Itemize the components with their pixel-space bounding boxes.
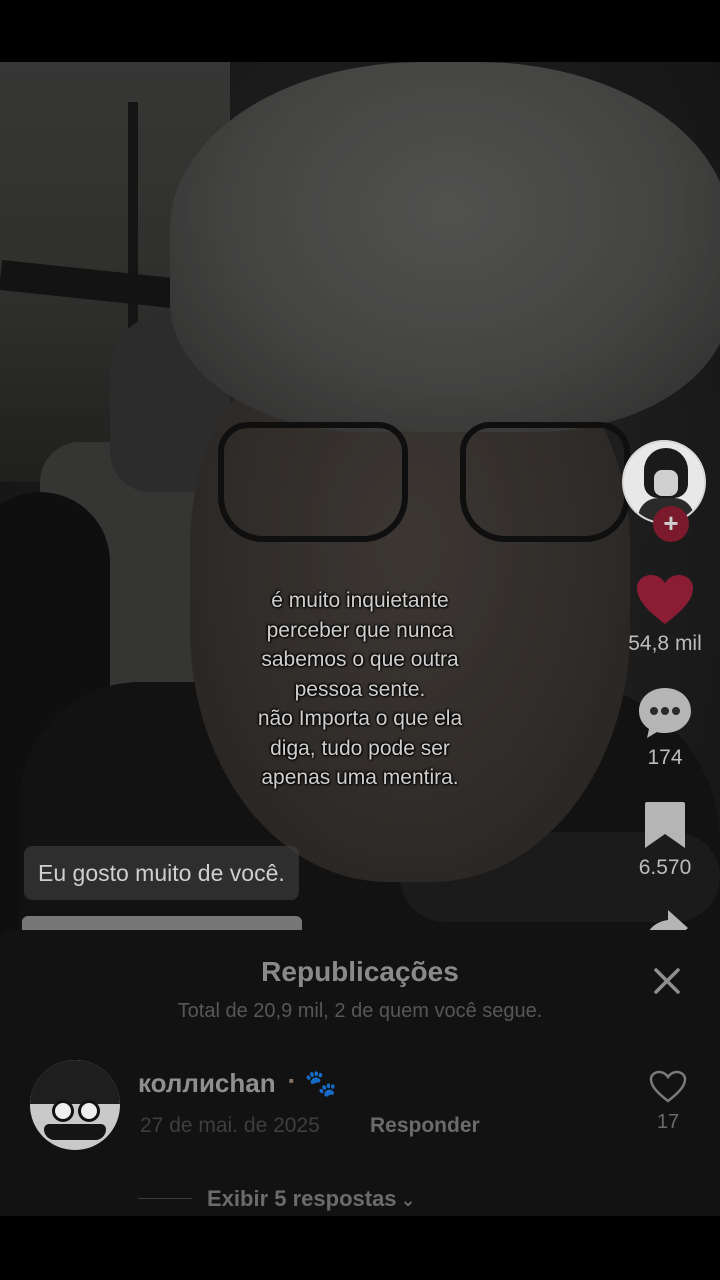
divider xyxy=(138,1198,192,1199)
sheet-subtitle: Total de 20,9 mil, 2 de quem você segue. xyxy=(177,1000,543,1022)
chevron-down-icon: ⌄ xyxy=(400,1190,416,1210)
avatar[interactable] xyxy=(30,1060,120,1150)
view-replies-button[interactable]: Exibir 5 respostas ⌄ xyxy=(207,1186,416,1212)
repost-like-count: 17 xyxy=(656,1111,680,1133)
username-decoration: ⠂🐾 xyxy=(285,1068,338,1098)
comment-count: 174 xyxy=(647,746,683,769)
status-bar xyxy=(0,0,720,62)
bookmark-button[interactable]: 6.570 xyxy=(610,800,720,880)
repost-username[interactable]: коллиchan ⠂🐾 xyxy=(138,1068,337,1099)
heart-outline-icon xyxy=(649,1070,687,1103)
close-icon[interactable] xyxy=(650,964,684,998)
comment-icon xyxy=(639,688,691,738)
repost-date: 27 de mai. de 2025 xyxy=(140,1114,320,1137)
like-button[interactable]: 54,8 mil xyxy=(610,574,720,656)
repost-like-button[interactable]: 17 xyxy=(646,1070,690,1134)
pinned-comment-text: Eu gosto muito de você. xyxy=(38,859,285,886)
reposts-sheet: Republicações Total de 20,9 mil, 2 de qu… xyxy=(0,930,720,1216)
bottom-bar xyxy=(0,1216,720,1280)
sheet-title: Republicações xyxy=(261,956,459,987)
creator-avatar-button[interactable]: + xyxy=(622,440,706,542)
reply-button[interactable]: Responder xyxy=(370,1114,480,1138)
video-caption: é muito inquietante perceber que nunca s… xyxy=(257,589,463,789)
follow-button[interactable]: + xyxy=(653,506,689,542)
comment-button[interactable]: 174 xyxy=(610,686,720,770)
like-count: 54,8 mil xyxy=(628,632,702,655)
bookmark-icon xyxy=(645,802,685,848)
share-button[interactable] xyxy=(610,908,720,930)
heart-icon xyxy=(637,575,693,624)
pinned-comment-bubble[interactable]: Eu gosto muito de você. xyxy=(24,846,299,900)
bookmark-count: 6.570 xyxy=(638,856,692,879)
share-icon xyxy=(649,910,688,930)
